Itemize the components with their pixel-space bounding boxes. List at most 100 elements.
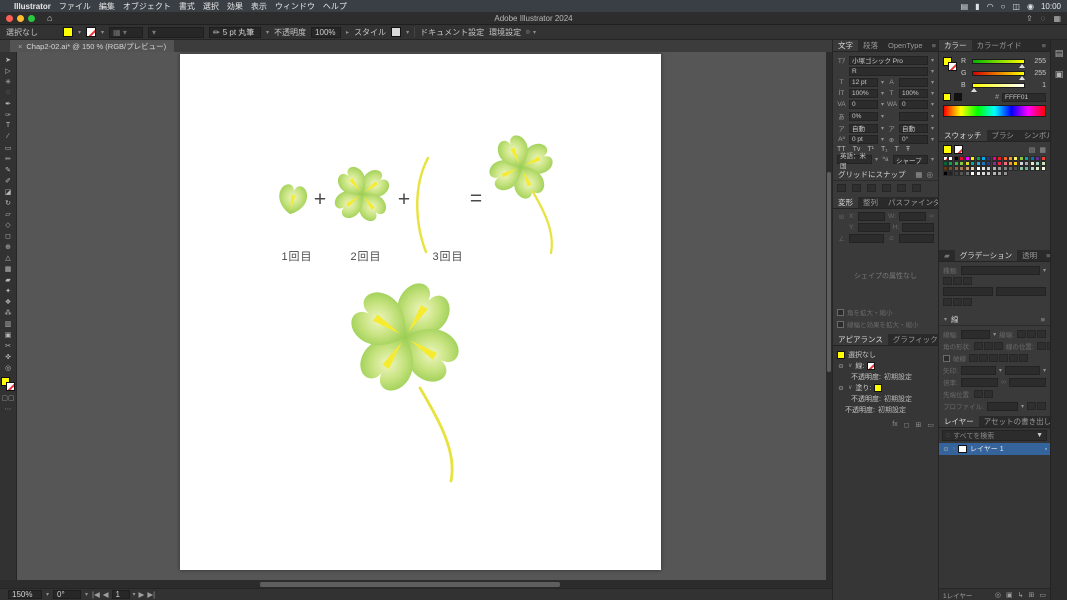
tab-layers[interactable]: レイヤー [939, 416, 979, 427]
artboard-number-field[interactable]: 1 [111, 590, 130, 599]
filter-icon[interactable]: ▼ [1036, 432, 1043, 439]
layer-name[interactable]: レイヤー 1 [970, 444, 1004, 454]
language-field[interactable]: 英語：米国 [837, 153, 872, 170]
appearance-fill-row[interactable]: ⊙ ∨ 塗り: [837, 382, 934, 393]
appearance-fill-opacity-row[interactable]: 不透明度: 初期設定 [837, 393, 934, 404]
align-options-icon[interactable]: ⊪ ▾ [526, 29, 536, 36]
font-style-field[interactable]: R [849, 67, 928, 76]
swatch-libraries-icon[interactable]: ▤ [1029, 146, 1036, 154]
delete-layer-icon[interactable]: ▭ [1039, 591, 1046, 599]
spotlight-icon[interactable]: ○ [1001, 2, 1006, 11]
tab-brushes[interactable]: ブラシ [987, 130, 1019, 141]
minimize-window-button[interactable] [17, 14, 24, 22]
close-document-icon[interactable]: × [18, 42, 22, 51]
direct-selection-tool[interactable]: ▷ [1, 65, 16, 76]
expand-icon[interactable]: ∨ [848, 362, 852, 369]
character-field[interactable]: 12 pt [849, 78, 878, 87]
swatch-view-icon[interactable]: ▦ [1039, 146, 1046, 154]
new-sublayer-icon[interactable]: ↳ [1018, 591, 1024, 599]
swatch[interactable] [1018, 166, 1024, 171]
scale-tool[interactable]: ▱ [1, 208, 16, 219]
menu-object[interactable]: オブジェクト [123, 1, 171, 12]
horizontal-scrollbar-thumb[interactable] [260, 581, 560, 587]
tab-paragraph[interactable]: 段落 [858, 40, 883, 51]
visibility-eye-icon[interactable]: ⊙ [837, 384, 845, 392]
slice-tool[interactable]: ✂ [1, 340, 16, 351]
control-center-icon[interactable]: ◫ [1012, 2, 1020, 11]
current-stroke-swatch[interactable] [954, 145, 963, 154]
tab-swatches[interactable]: スウォッチ [939, 130, 987, 141]
arrow-scale-start-field[interactable] [960, 377, 998, 387]
menu-file[interactable]: ファイル [59, 1, 91, 12]
tab-align[interactable]: 整列 [858, 197, 883, 208]
fill-swatch[interactable] [874, 383, 883, 392]
appearance-opacity-row[interactable]: 不透明度: 初期設定 [837, 404, 934, 415]
tab-color-guide[interactable]: カラーガイド [972, 40, 1027, 51]
type-tool[interactable]: T [1, 120, 16, 131]
x-field[interactable] [858, 212, 886, 221]
swatch[interactable] [991, 171, 997, 176]
shaper-tool[interactable]: ✐ [1, 175, 16, 186]
layers-search[interactable]: ◌ すべてを検索 ▼ [942, 430, 1047, 441]
swatch[interactable] [943, 171, 948, 176]
opacity-field[interactable]: 100% [311, 26, 342, 38]
hex-stroke-swatch[interactable] [954, 93, 962, 101]
delete-item-icon[interactable]: ▭ [927, 421, 934, 429]
menu-select[interactable]: 選択 [203, 1, 219, 12]
width-profile-field[interactable] [986, 401, 1018, 411]
menu-type[interactable]: 書式 [179, 1, 195, 12]
gradient-type-field[interactable] [960, 265, 1040, 275]
share-icon[interactable]: ⇪ [1026, 14, 1033, 23]
channel-value[interactable]: 255 [1028, 58, 1046, 65]
info-icon[interactable]: ◎ [926, 170, 933, 179]
layer-row[interactable]: ⊙ › レイヤー 1 ◦ [939, 443, 1050, 455]
arrow-start-field[interactable] [960, 365, 996, 375]
last-artboard-icon[interactable]: ▶| [147, 590, 155, 599]
brush-definition-field[interactable]: ✏ 5 pt 丸筆 [209, 26, 262, 38]
align-top-icon[interactable] [882, 184, 891, 192]
current-fill-swatch[interactable] [943, 145, 952, 154]
tab-asset-export[interactable]: アセットの書き出し [979, 416, 1056, 427]
style-dropdown-icon[interactable]: ▾ [406, 29, 409, 36]
character-field[interactable]: 100% [899, 89, 928, 98]
tab-transparency[interactable]: 透明 [1017, 250, 1042, 261]
grid-icon[interactable]: ▦ [915, 170, 922, 179]
battery-icon[interactable]: ▮ [975, 2, 979, 11]
dashed-line-checkbox[interactable] [943, 354, 950, 362]
y-field[interactable] [857, 223, 890, 232]
free-transform-tool[interactable]: ◻ [1, 230, 16, 241]
flip-along-icon[interactable] [1027, 402, 1036, 410]
type-toggle-button[interactable]: Ŧ [906, 146, 910, 153]
color-slider[interactable] [971, 82, 1025, 92]
wifi-icon[interactable]: ◠ [987, 2, 994, 11]
character-field[interactable] [899, 111, 928, 121]
swatch[interactable] [1024, 166, 1030, 171]
gradient-tool[interactable]: ▰ [1, 274, 16, 285]
align-left-icon[interactable] [837, 184, 846, 192]
rotation-dropdown-icon[interactable]: ▾ [85, 591, 88, 598]
swatch[interactable] [953, 171, 959, 176]
antialias-field[interactable]: シャープ [893, 155, 928, 165]
opacity-link[interactable]: 初期設定 [884, 394, 912, 404]
locate-object-icon[interactable]: ◎ [995, 591, 1001, 599]
appearance-stroke-opacity-row[interactable]: 不透明度: 初期設定 [837, 371, 934, 382]
type-toggle-button[interactable]: T₁ [881, 146, 888, 153]
align-center-stroke-icon[interactable] [1036, 342, 1046, 350]
rectangle-tool[interactable]: ▭ [1, 142, 16, 153]
artboard[interactable]: + + = 1回目 2回目 3回目 [180, 54, 661, 570]
close-window-button[interactable] [6, 14, 13, 22]
zoom-level-field[interactable]: 150% [8, 590, 42, 599]
shape-builder-tool[interactable]: ⊕ [1, 241, 16, 252]
paintbrush-tool[interactable]: ✏ [1, 153, 16, 164]
fill-color-swatch[interactable] [63, 27, 73, 37]
character-field[interactable]: 0% [849, 111, 878, 121]
new-effect-icon[interactable]: fx [892, 421, 897, 428]
fill-dropdown-icon[interactable]: ▾ [78, 29, 81, 36]
character-field[interactable]: 0 pt [849, 135, 878, 144]
display-icon[interactable]: ▤ [961, 2, 969, 11]
color-fill-stroke-indicator[interactable] [943, 57, 957, 71]
layer-target-icon[interactable]: ◦ [1045, 446, 1047, 453]
align-right-icon[interactable] [867, 184, 876, 192]
zoom-window-button[interactable] [28, 14, 35, 22]
visibility-eye-icon[interactable]: ⊙ [837, 362, 845, 370]
